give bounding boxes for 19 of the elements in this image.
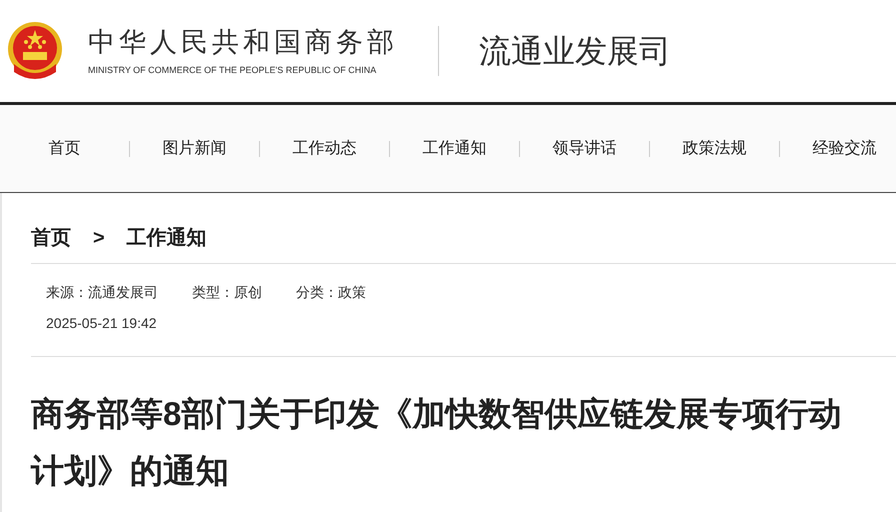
meta-field: 类型：原创 — [192, 282, 262, 303]
nav-link[interactable]: 经验交流 — [780, 136, 896, 160]
nav-link[interactable]: 工作动态 — [260, 136, 389, 160]
breadcrumb-link[interactable]: 工作通知 — [126, 223, 207, 253]
ministry-name: 中华人民共和国商务部 — [88, 26, 398, 59]
article-title: 商务部等8部门关于印发《加快数智供应链发展专项行动计划》的通知 — [31, 394, 842, 491]
meta-field: 分类：政策 — [296, 282, 366, 303]
emblem-logo — [6, 20, 64, 82]
meta-field: 来源：流通发展司 — [46, 282, 158, 303]
ministry-name-english: MINISTRY OF COMMERCE OF THE PEOPLE'S REPUBLIC OF CHINA — [88, 64, 378, 77]
nav-link[interactable]: 政策法规 — [650, 136, 779, 160]
department-name: 流通业发展司 — [479, 32, 671, 71]
publish-date: 2025-05-21 19:42 — [46, 314, 158, 333]
nav-link[interactable]: 工作通知 — [390, 136, 519, 160]
nav-link[interactable]: 图片新闻 — [130, 136, 259, 160]
breadcrumb-link[interactable]: 首页 — [31, 223, 71, 253]
breadcrumb-separator: > — [93, 226, 105, 251]
nav-link[interactable]: 首页 — [0, 136, 129, 160]
nav-link[interactable]: 领导讲话 — [520, 136, 649, 160]
